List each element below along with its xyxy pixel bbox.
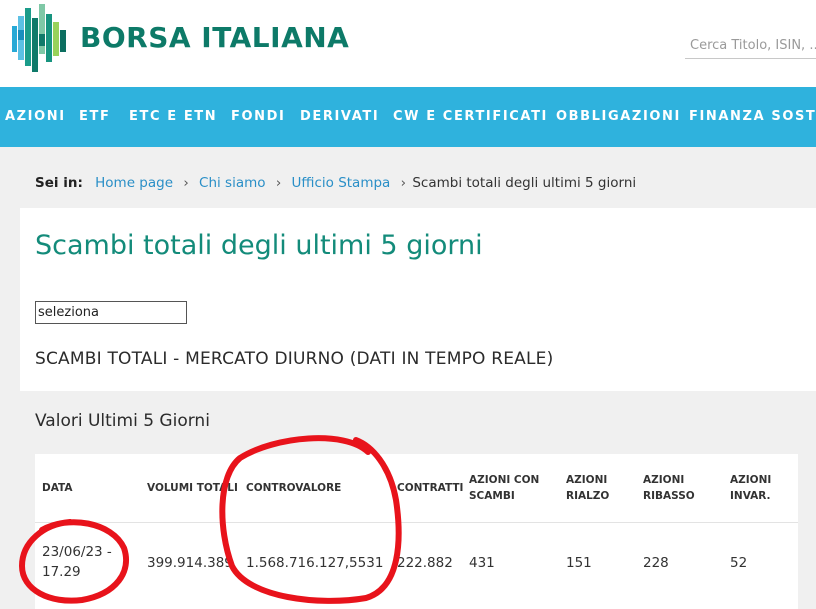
search-box[interactable] (685, 34, 816, 59)
main-nav: AZIONI ETF ETC E ETN FONDI DERIVATI CW E… (0, 87, 816, 147)
nav-item-obbligazioni[interactable]: OBBLIGAZIONI (556, 87, 681, 147)
page-title: Scambi totali degli ultimi 5 giorni (35, 230, 483, 261)
borsa-italiana-logo-icon[interactable] (10, 4, 70, 72)
nav-item-finanza-sostenibile[interactable]: FINANZA SOSTENIBILE (689, 87, 816, 147)
nav-item-azioni[interactable]: AZIONI (5, 87, 66, 147)
search-input[interactable] (685, 36, 816, 53)
breadcrumb-separator: › (275, 175, 282, 191)
section-heading: SCAMBI TOTALI - MERCATO DIURNO (DATI IN … (35, 349, 554, 369)
column-header-azioni-con-scambi: AZIONI CON SCAMBI (469, 474, 540, 502)
breadcrumb-link-chi-siamo[interactable]: Chi siamo (199, 175, 266, 191)
breadcrumb-label: Sei in: (35, 175, 83, 191)
table-row-divider (35, 522, 798, 523)
content-card: Scambi totali degli ultimi 5 giorni sele… (20, 208, 816, 391)
table-cell-azioni-ribasso: 228 (643, 555, 669, 571)
table-cell-data: 23/06/23 - 17.29 (42, 544, 112, 580)
breadcrumb-separator: › (400, 175, 407, 191)
nav-item-cw-certificati[interactable]: CW E CERTIFICATI (393, 87, 548, 147)
nav-item-etc-etn[interactable]: ETC E ETN (129, 87, 217, 147)
table-cell-azioni-invariate: 52 (730, 555, 748, 571)
table-cell-controvalore: 1.568.716.127,5531 (246, 555, 384, 571)
data-table: DATA VOLUMI TOTALI CONTROVALORE CONTRATT… (35, 454, 798, 609)
breadcrumb-separator: › (183, 175, 189, 191)
breadcrumb-link-home[interactable]: Home page (95, 175, 173, 191)
table-cell-azioni-rialzo: 151 (566, 555, 592, 571)
nav-item-fondi[interactable]: FONDI (231, 87, 285, 147)
column-header-azioni-invariate: AZIONI INVAR. (730, 474, 772, 502)
site-header: BORSA ITALIANA (0, 0, 816, 87)
sub-heading: Valori Ultimi 5 Giorni (35, 411, 210, 431)
nav-item-derivati[interactable]: DERIVATI (300, 87, 379, 147)
table-cell-azioni-con-scambi: 431 (469, 555, 495, 571)
nav-item-etf[interactable]: ETF (79, 87, 110, 147)
column-header-volumi: VOLUMI TOTALI (147, 482, 238, 494)
table-cell-volumi: 399.914.389 (147, 555, 233, 571)
breadcrumb: Sei in: Home page › Chi siamo › Ufficio … (35, 172, 636, 194)
brand-name[interactable]: BORSA ITALIANA (80, 18, 349, 58)
breadcrumb-current: Scambi totali degli ultimi 5 giorni (412, 175, 637, 191)
table-cell-contratti: 222.882 (397, 555, 453, 571)
period-select[interactable]: seleziona (35, 301, 187, 324)
column-header-controvalore: CONTROVALORE (246, 482, 342, 494)
column-header-data: DATA (42, 482, 73, 494)
breadcrumb-link-ufficio-stampa[interactable]: Ufficio Stampa (292, 175, 391, 191)
column-header-azioni-ribasso: AZIONI RIBASSO (643, 474, 695, 502)
column-header-azioni-rialzo: AZIONI RIALZO (566, 474, 610, 502)
column-header-contratti: CONTRATTI (397, 482, 464, 494)
